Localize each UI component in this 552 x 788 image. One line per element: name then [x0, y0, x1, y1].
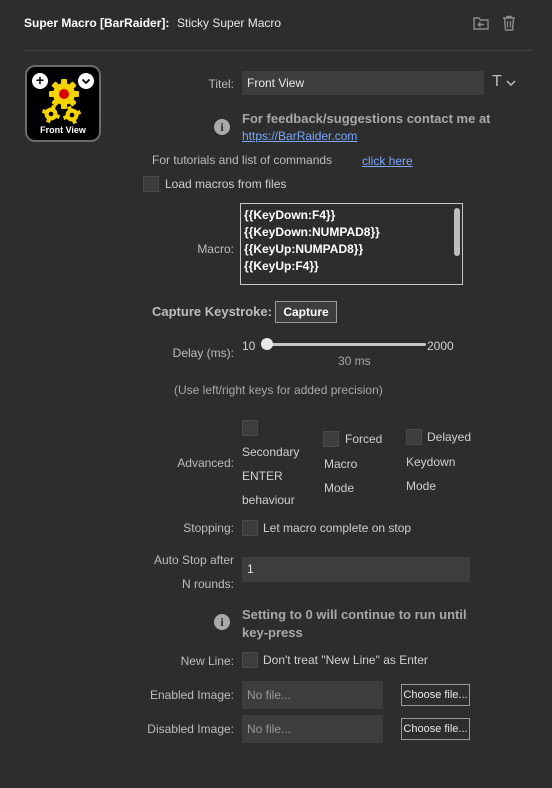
- auto-stop-label: N rounds:: [181, 577, 234, 591]
- delay-label: Delay (ms):: [172, 346, 234, 360]
- secondary-enter-line: behaviour: [242, 493, 295, 507]
- enabled-image-label: Enabled Image:: [149, 688, 234, 702]
- macro-scrollbar[interactable]: [454, 208, 460, 256]
- let-complete-checkbox[interactable]: [242, 520, 258, 536]
- delay-slider-thumb[interactable]: [261, 338, 273, 350]
- chevron-down-icon[interactable]: [506, 79, 516, 87]
- macro-line: {{KeyUp:NUMPAD8}}: [244, 242, 364, 256]
- load-macros-label: Load macros from files: [165, 177, 287, 191]
- new-line-checkbox[interactable]: [242, 652, 258, 668]
- disabled-image-label: Disabled Image:: [147, 722, 234, 736]
- forced-macro-line: Mode: [324, 481, 355, 495]
- enabled-image-choose-button[interactable]: Choose file...: [401, 684, 470, 706]
- info-icon: i: [214, 614, 230, 630]
- feedback-link[interactable]: https://BarRaider.com: [242, 129, 357, 143]
- delay-hint: (Use left/right keys for added precision…: [174, 383, 383, 397]
- secondary-enter-line: Secondary: [242, 445, 300, 459]
- delay-min: 10: [242, 339, 256, 353]
- delayed-keydown-checkbox[interactable]: [406, 429, 422, 445]
- secondary-enter-line: ENTER: [242, 469, 283, 483]
- back-arrow-icon[interactable]: [472, 14, 490, 32]
- delayed-keydown-line: Delayed: [427, 430, 472, 444]
- delay-value: 30 ms: [338, 354, 371, 368]
- delay-slider-track[interactable]: [262, 343, 426, 346]
- load-macros-checkbox[interactable]: [143, 176, 159, 192]
- new-line-label: New Line:: [180, 654, 234, 668]
- info-icon: i: [214, 119, 230, 135]
- auto-stop-info: key-press: [242, 625, 303, 640]
- forced-macro-checkbox[interactable]: [323, 431, 339, 447]
- gears-icon: [41, 79, 82, 125]
- macro-textarea[interactable]: {{KeyDown:F4}} {{KeyDown:NUMPAD8}} {{Key…: [240, 203, 463, 285]
- tutorials-link[interactable]: click here: [362, 154, 413, 168]
- disabled-image-choose-button[interactable]: Choose file...: [401, 718, 470, 740]
- advanced-label: Advanced:: [177, 456, 234, 470]
- capture-label: Capture Keystroke:: [152, 304, 272, 319]
- forced-macro-line: Forced: [345, 432, 383, 446]
- capture-button[interactable]: Capture: [275, 301, 337, 323]
- title-input[interactable]: Front View: [242, 71, 484, 95]
- macro-line: {{KeyDown:NUMPAD8}}: [244, 225, 380, 239]
- new-line-option: Don't treat "New Line" as Enter: [263, 653, 428, 667]
- text-format-icon[interactable]: T: [492, 73, 502, 91]
- delayed-keydown-line: Keydown: [406, 455, 456, 469]
- delay-max: 2000: [427, 339, 454, 353]
- key-preview[interactable]: + Front View: [25, 65, 101, 142]
- enabled-image-input[interactable]: No file...: [242, 681, 383, 709]
- auto-stop-label: Auto Stop after: [153, 553, 234, 567]
- macro-line: {{KeyDown:F4}}: [244, 208, 336, 222]
- title-label: Titel:: [208, 77, 234, 91]
- auto-stop-input[interactable]: 1: [242, 557, 470, 582]
- macro-label: Macro:: [197, 242, 234, 256]
- key-title: Front View: [40, 125, 86, 135]
- secondary-enter-checkbox[interactable]: [242, 420, 258, 436]
- feedback-text: For feedback/suggestions contact me at: [242, 111, 491, 126]
- auto-stop-info: Setting to 0 will continue to run until: [242, 607, 467, 622]
- delayed-keydown-line: Mode: [406, 479, 437, 493]
- forced-macro-line: Macro: [324, 457, 358, 471]
- plugin-name: Super Macro [BarRaider]:: [24, 16, 170, 30]
- stopping-label: Stopping:: [183, 521, 234, 535]
- trash-icon[interactable]: [500, 14, 518, 32]
- action-name: Sticky Super Macro: [177, 16, 282, 30]
- tutorials-text: For tutorials and list of commands: [152, 153, 333, 167]
- disabled-image-input[interactable]: No file...: [242, 715, 383, 743]
- let-complete-label: Let macro complete on stop: [263, 521, 412, 535]
- header-divider: [24, 50, 532, 51]
- macro-line: {{KeyUp:F4}}: [244, 259, 319, 273]
